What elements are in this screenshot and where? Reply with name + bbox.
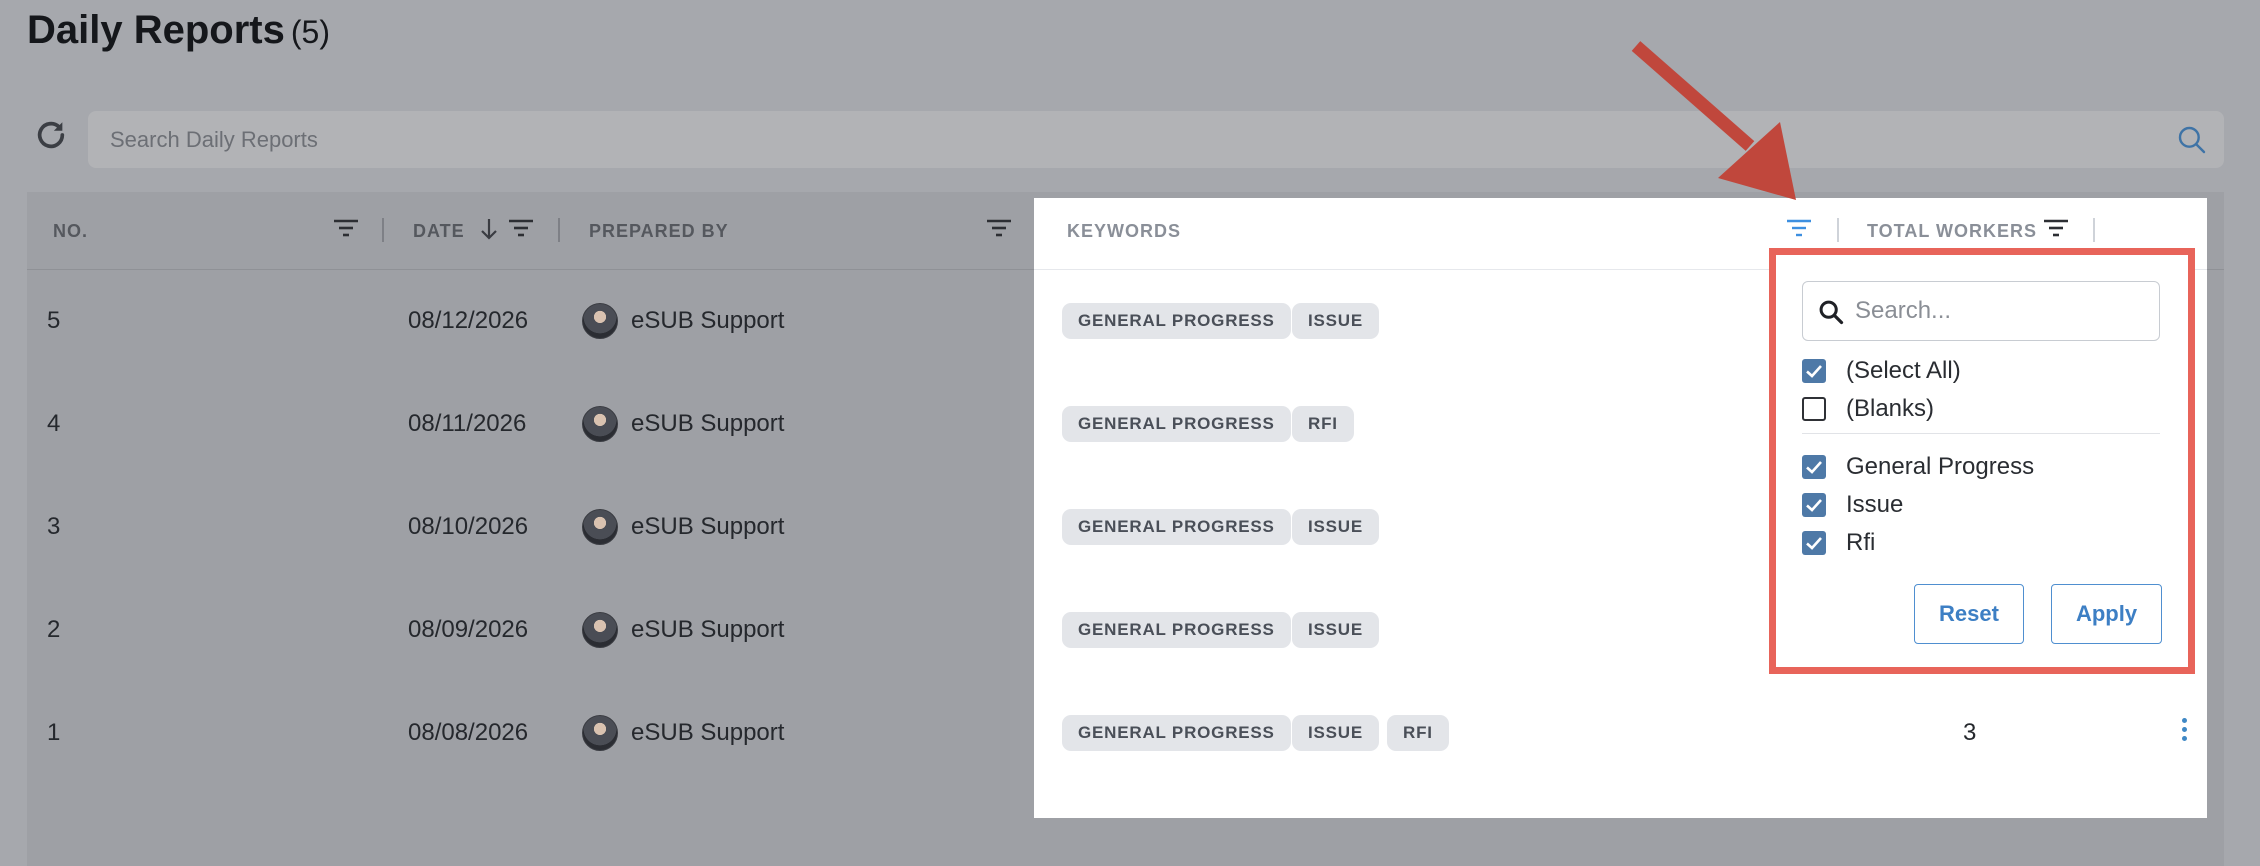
row-no: 3 <box>47 513 61 540</box>
column-divider[interactable] <box>558 218 560 242</box>
refresh-icon[interactable] <box>34 118 68 152</box>
filter-icon-date[interactable] <box>508 218 534 238</box>
avatar <box>582 406 618 442</box>
avatar <box>582 509 618 545</box>
column-header-keywords[interactable]: KEYWORDS <box>1067 192 1181 270</box>
keyword-chip: GENERAL PROGRESS <box>1062 509 1291 545</box>
sort-down-arrow-icon[interactable] <box>478 217 500 241</box>
row-no: 2 <box>47 616 61 643</box>
report-count: (5) <box>290 14 330 50</box>
row-no: 5 <box>47 307 61 334</box>
search-bar <box>88 111 2224 168</box>
row-date: 08/11/2026 <box>408 410 527 437</box>
row-prepared-by[interactable]: eSUB Support <box>631 410 784 438</box>
keyword-chip: GENERAL PROGRESS <box>1062 612 1291 648</box>
keyword-chip: ISSUE <box>1292 715 1380 751</box>
keyword-chip: ISSUE <box>1292 612 1380 648</box>
row-date: 08/09/2026 <box>408 616 529 643</box>
row-prepared-by[interactable]: eSUB Support <box>631 616 784 644</box>
avatar <box>582 303 618 339</box>
annotation-arrow <box>1631 41 1796 200</box>
row-prepared-by[interactable]: eSUB Support <box>631 307 784 335</box>
column-header-date[interactable]: DATE <box>413 192 465 270</box>
column-header-prepared-by[interactable]: PREPARED BY <box>589 192 729 270</box>
row-date: 08/12/2026 <box>408 307 529 334</box>
highlight-frame <box>1769 248 2195 674</box>
row-prepared-by[interactable]: eSUB Support <box>631 719 784 747</box>
keyword-chip: RFI <box>1387 715 1449 751</box>
keyword-chip: GENERAL PROGRESS <box>1062 715 1291 751</box>
column-header-no[interactable]: NO. <box>53 192 88 270</box>
row-date: 08/08/2026 <box>408 719 529 746</box>
row-total-workers: 3 <box>1963 719 1977 746</box>
keyword-chip: ISSUE <box>1292 303 1380 339</box>
column-divider[interactable] <box>382 218 384 242</box>
row-no: 4 <box>47 410 61 437</box>
avatar <box>582 715 618 751</box>
row-prepared-by[interactable]: eSUB Support <box>631 513 784 541</box>
avatar <box>582 612 618 648</box>
search-icon[interactable] <box>2176 124 2208 156</box>
filter-icon-no[interactable] <box>333 218 359 238</box>
keyword-chip: GENERAL PROGRESS <box>1062 303 1291 339</box>
page-title-text: Daily Reports <box>27 8 285 52</box>
search-input[interactable] <box>110 111 2150 168</box>
column-divider[interactable] <box>1837 218 1839 242</box>
filter-icon-keywords-active[interactable] <box>1786 218 1812 238</box>
keyword-chip: RFI <box>1292 406 1354 442</box>
keyword-chip: ISSUE <box>1292 509 1380 545</box>
row-actions-kebab-icon[interactable] <box>2179 718 2189 748</box>
column-divider[interactable] <box>2093 218 2095 242</box>
keyword-chip: GENERAL PROGRESS <box>1062 406 1291 442</box>
row-date: 08/10/2026 <box>408 513 529 540</box>
filter-icon-prepared-by[interactable] <box>986 218 1012 238</box>
page-title: Daily Reports (5) <box>27 8 330 53</box>
row-no: 1 <box>47 719 61 746</box>
filter-icon-total-workers[interactable] <box>2043 218 2069 238</box>
